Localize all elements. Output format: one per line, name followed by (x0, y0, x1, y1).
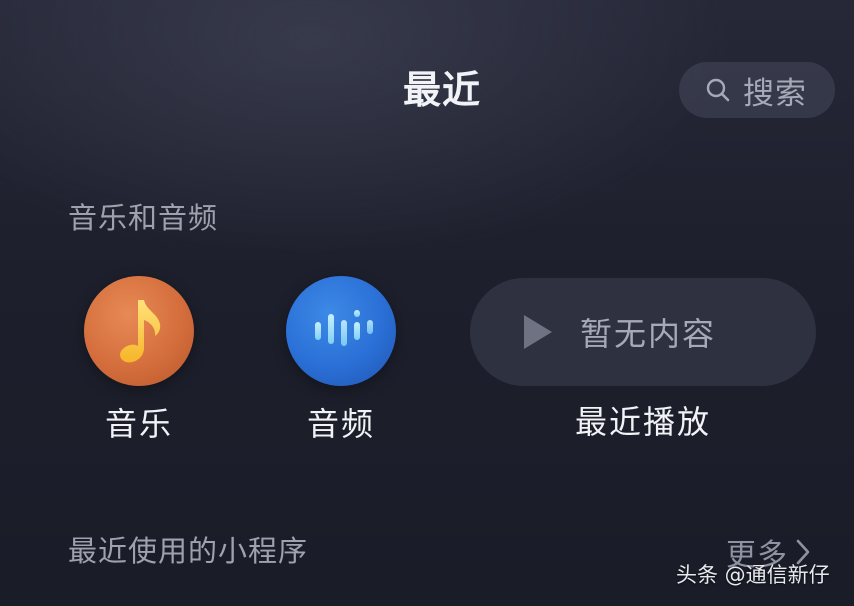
music-note-icon (120, 300, 161, 363)
audio-app[interactable]: 音频 (276, 276, 406, 444)
audio-app-icon (286, 276, 396, 386)
search-label: 搜索 (743, 75, 807, 112)
section-title-mini-programs: 最近使用的小程序 (68, 534, 309, 568)
music-app-icon (84, 276, 194, 386)
empty-content-text: 暂无内容 (580, 315, 717, 353)
section-title-music-audio: 音乐和音频 (68, 201, 219, 235)
search-button[interactable]: 搜索 (679, 62, 835, 118)
recent-play-label: 最近播放 (574, 403, 711, 441)
audio-app-label: 音频 (306, 405, 375, 443)
music-app[interactable]: 音乐 (74, 276, 204, 444)
watermark: 头条 @通信新仔 (676, 563, 830, 587)
search-icon (706, 78, 730, 102)
audio-wave-icon (315, 310, 373, 346)
music-app-label: 音乐 (104, 405, 173, 443)
recent-play-card[interactable]: 暂无内容 (470, 278, 816, 386)
play-icon (524, 315, 552, 349)
